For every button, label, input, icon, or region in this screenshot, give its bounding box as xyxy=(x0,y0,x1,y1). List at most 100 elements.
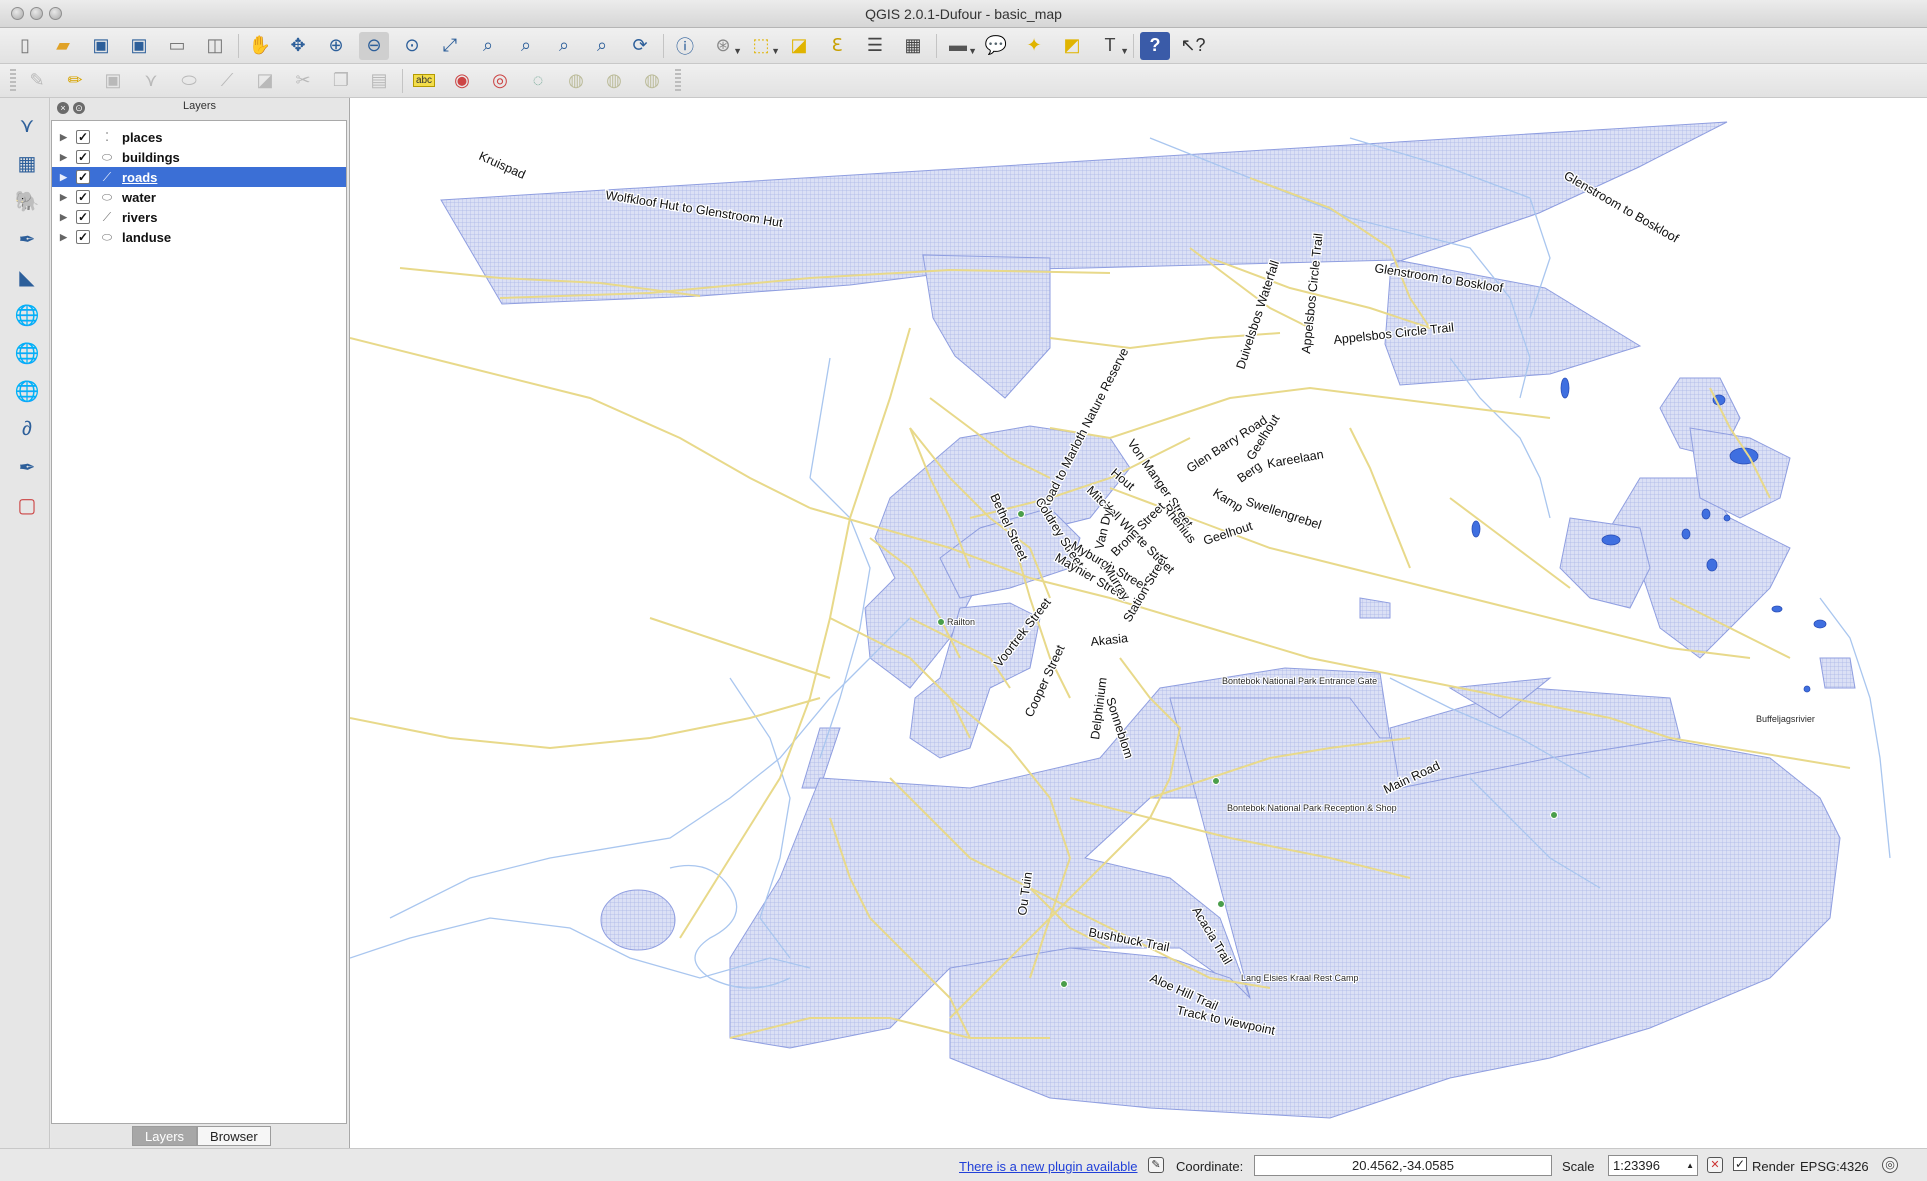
toolbar-grip[interactable] xyxy=(675,68,681,93)
crs-status[interactable]: EPSG:4326 xyxy=(1800,1159,1869,1174)
zoom-full-icon[interactable]: ⤢ xyxy=(435,32,465,60)
pan-to-selection-icon[interactable]: ✥ xyxy=(283,32,313,60)
tab-browser[interactable]: Browser xyxy=(197,1126,271,1146)
add-spatialite-layer-icon[interactable]: ✒ xyxy=(12,224,42,254)
remove-layer-icon[interactable]: ▢ xyxy=(12,490,42,520)
save-edits-icon[interactable]: ▣ xyxy=(98,67,128,95)
add-raster-layer-icon[interactable]: ▦ xyxy=(12,148,42,178)
coordinate-field[interactable]: 20.4562,-34.0585 xyxy=(1254,1155,1552,1176)
expand-arrow-icon[interactable]: ▶ xyxy=(60,232,70,243)
layer-item-buildings[interactable]: ▶ ✓ ⬭ buildings xyxy=(52,147,346,167)
layer-name: roads xyxy=(122,169,158,185)
add-delimited-text-layer-icon[interactable]: ∂ xyxy=(12,414,42,444)
layer-item-places[interactable]: ▶ ✓ ⁚ places xyxy=(52,127,346,147)
projection-properties-icon[interactable]: ◎ xyxy=(1882,1157,1898,1173)
layer-name: water xyxy=(122,189,156,205)
identify-icon[interactable]: ⓘ xyxy=(670,32,700,60)
expand-arrow-icon[interactable]: ▶ xyxy=(60,152,70,163)
zoom-to-selection-icon[interactable]: ⌕ xyxy=(473,32,503,60)
toolbar-grip[interactable] xyxy=(10,68,16,93)
paste-features-icon[interactable]: ▤ xyxy=(364,67,394,95)
whats-this-icon[interactable]: ↖? xyxy=(1178,32,1208,60)
pin-labels-icon[interactable]: ◉ xyxy=(447,67,477,95)
road-line xyxy=(1449,497,1571,589)
annotation-icon[interactable]: 💬 xyxy=(981,32,1011,60)
layer-visibility-checkbox[interactable]: ✓ xyxy=(76,130,90,144)
layer-item-rivers[interactable]: ▶ ✓ ⟋ rivers xyxy=(52,207,346,227)
layer-item-water[interactable]: ▶ ✓ ⬭ water xyxy=(52,187,346,207)
select-features-icon[interactable]: ⬚ ▼ xyxy=(746,32,780,60)
zoom-in-icon[interactable]: ⊕ xyxy=(321,32,351,60)
add-feature-icon[interactable]: ⋎ xyxy=(136,67,166,95)
layer-visibility-checkbox[interactable]: ✓ xyxy=(76,150,90,164)
new-shapefile-layer-icon[interactable]: ✒ xyxy=(12,452,42,482)
road-label: Akasia xyxy=(1090,631,1129,649)
place-label: Railton xyxy=(947,617,975,627)
save-project-icon[interactable]: ▣ xyxy=(86,32,116,60)
current-edits-icon[interactable]: ✎ xyxy=(22,67,52,95)
composer-manager-icon[interactable]: ◫ xyxy=(200,32,230,60)
add-postgis-layer-icon[interactable]: 🐘 xyxy=(12,186,42,216)
toggle-extents-icon[interactable]: ✎ xyxy=(1148,1157,1164,1173)
layer-tree[interactable]: ▶ ✓ ⁚ places ▶ ✓ ⬭ buildings ▶ ✓ ⟋ roads… xyxy=(51,120,347,1124)
zoom-last-icon[interactable]: ⌕ xyxy=(549,32,579,60)
zoom-to-layer-icon[interactable]: ⌕ xyxy=(511,32,541,60)
help-icon[interactable]: ? xyxy=(1140,31,1170,60)
cut-features-icon[interactable]: ✂ xyxy=(288,67,318,95)
render-checkbox[interactable]: ✓ xyxy=(1733,1157,1747,1171)
deselect-icon[interactable]: ◪ xyxy=(784,32,814,60)
layer-visibility-checkbox[interactable]: ✓ xyxy=(76,190,90,204)
expression-select-icon[interactable]: ℇ xyxy=(822,32,852,60)
expand-arrow-icon[interactable]: ▶ xyxy=(60,212,70,223)
measure-icon[interactable]: ▬ ▼ xyxy=(943,32,977,60)
layer-item-landuse[interactable]: ▶ ✓ ⬭ landuse xyxy=(52,227,346,247)
river-line xyxy=(809,477,871,759)
add-wfs-layer-icon[interactable]: 🌐 xyxy=(12,376,42,406)
zoom-next-icon[interactable]: ⌕ xyxy=(587,32,617,60)
attribute-table-icon[interactable]: ☰ xyxy=(860,32,890,60)
rotate-label-icon[interactable]: ◍ xyxy=(599,67,629,95)
toggle-editing-icon[interactable]: ✏ xyxy=(60,67,90,95)
scale-combobox[interactable]: 1:23396 ▲▼ xyxy=(1608,1155,1698,1181)
add-wcs-layer-icon[interactable]: 🌐 xyxy=(12,338,42,368)
map-svg[interactable]: Kruispad Wolfkloof Hut to Glenstroom Hut… xyxy=(350,98,1927,1148)
road-line xyxy=(350,697,821,750)
move-label-icon[interactable]: ◍ xyxy=(561,67,591,95)
expand-arrow-icon[interactable]: ▶ xyxy=(60,132,70,143)
copy-features-icon[interactable]: ❐ xyxy=(326,67,356,95)
pan-icon[interactable]: ✋ xyxy=(245,32,275,60)
zoom-actual-icon[interactable]: ⊙ xyxy=(397,32,427,60)
zoom-out-icon[interactable]: ⊖ xyxy=(359,31,389,60)
tab-layers[interactable]: Layers xyxy=(132,1126,198,1146)
new-plugin-link[interactable]: There is a new plugin available xyxy=(959,1159,1138,1174)
change-label-icon[interactable]: ◍ xyxy=(637,67,667,95)
map-canvas[interactable]: Kruispad Wolfkloof Hut to Glenstroom Hut… xyxy=(349,98,1927,1148)
text-annotation-icon[interactable]: T ▼ xyxy=(1095,32,1130,60)
layer-visibility-checkbox[interactable]: ✓ xyxy=(76,210,90,224)
tips-icon[interactable]: ✦ xyxy=(1019,32,1049,60)
refresh-icon[interactable]: ⟳ xyxy=(625,32,655,60)
layer-visibility-checkbox[interactable]: ✓ xyxy=(76,230,90,244)
add-vector-layer-icon[interactable]: ⋎ xyxy=(12,110,42,140)
layer-item-roads[interactable]: ▶ ✓ ⟋ roads xyxy=(52,167,346,187)
new-project-icon[interactable]: ▯ xyxy=(10,32,40,60)
delete-selected-icon[interactable]: ◪ xyxy=(250,67,280,95)
landuse-polygon xyxy=(600,889,676,951)
print-composer-icon[interactable]: ▭ xyxy=(162,32,192,60)
add-mssql-layer-icon[interactable]: ◣ xyxy=(12,262,42,292)
expand-arrow-icon[interactable]: ▶ xyxy=(60,192,70,203)
add-wms-layer-icon[interactable]: 🌐 xyxy=(12,300,42,330)
bookmark-icon[interactable]: ◩ xyxy=(1057,32,1087,60)
expand-arrow-icon[interactable]: ▶ xyxy=(60,172,70,183)
node-tool-icon[interactable]: ⟋ xyxy=(212,67,242,95)
move-feature-icon[interactable]: ⬭ xyxy=(174,67,204,95)
layer-labeling-icon[interactable]: abc xyxy=(409,67,439,95)
open-project-icon[interactable]: ▰ xyxy=(48,32,78,60)
layer-visibility-checkbox[interactable]: ✓ xyxy=(76,170,90,184)
highlight-pinned-labels-icon[interactable]: ◎ xyxy=(485,67,515,95)
field-calculator-icon[interactable]: ▦ xyxy=(898,32,928,60)
stop-render-icon[interactable]: ✕ xyxy=(1707,1157,1723,1173)
show-hide-labels-icon[interactable]: ◌ xyxy=(523,67,553,95)
save-as-icon[interactable]: ▣ xyxy=(124,32,154,60)
select-icon[interactable]: ⊛ ▼ xyxy=(708,32,742,60)
